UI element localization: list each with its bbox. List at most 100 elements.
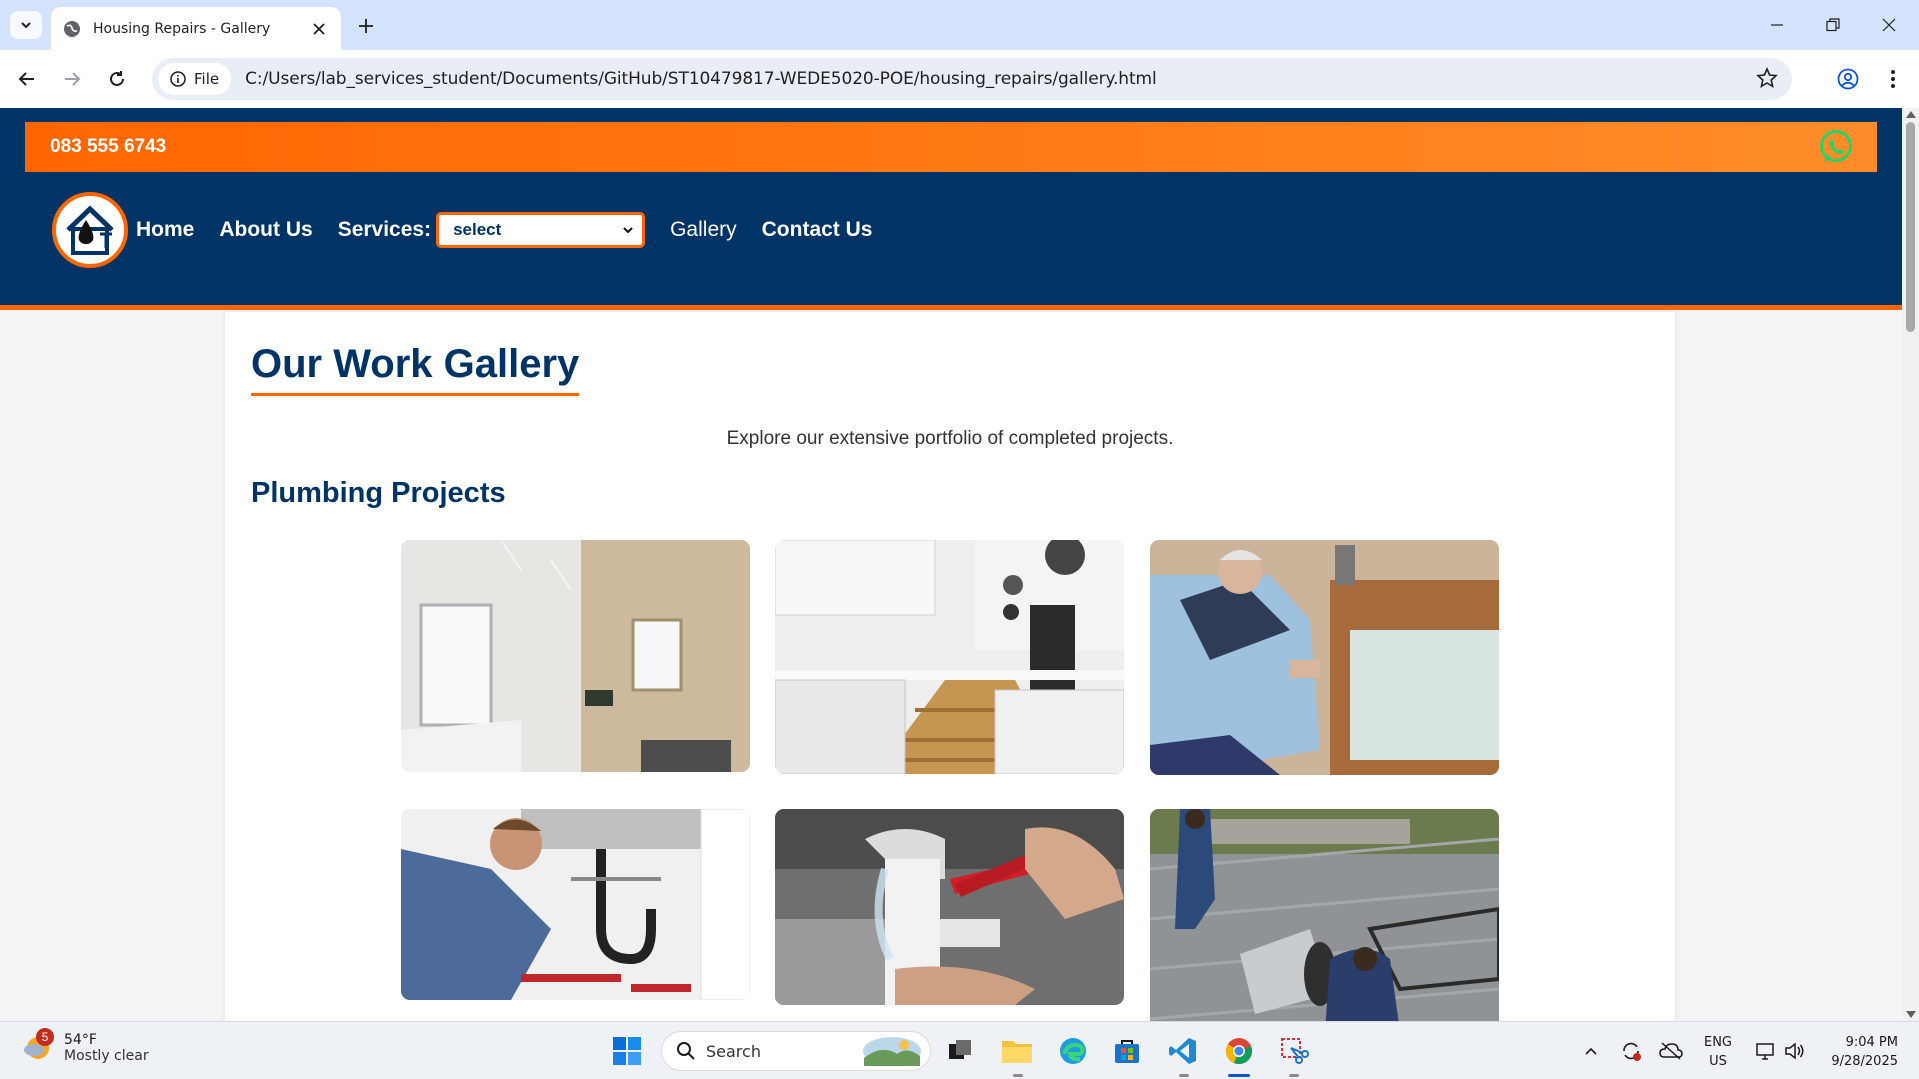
nav-services-label: Services: bbox=[337, 218, 432, 241]
bookmark-star-icon[interactable] bbox=[1756, 66, 1778, 94]
pipe-wrench-photo[interactable] bbox=[775, 809, 1124, 1005]
clock-time: 9:04 PM bbox=[1845, 1035, 1898, 1050]
address-bar[interactable]: File C:/Users/lab_services_student/Docum… bbox=[152, 58, 1792, 100]
vscode-icon bbox=[1169, 1038, 1196, 1064]
bathroom-photo[interactable] bbox=[401, 540, 750, 772]
restore-button[interactable] bbox=[1805, 0, 1861, 50]
roof-geyser-photo[interactable] bbox=[1150, 809, 1499, 1021]
plumber-pipes-photo[interactable] bbox=[401, 809, 750, 1000]
section-title: Plumbing Projects bbox=[251, 477, 506, 509]
store-button[interactable] bbox=[1110, 1034, 1144, 1068]
task-view-icon bbox=[949, 1040, 971, 1059]
nav-about[interactable]: About Us bbox=[219, 218, 312, 242]
sync-status-button[interactable] bbox=[1614, 1034, 1648, 1068]
network-button[interactable] bbox=[1748, 1034, 1782, 1068]
info-icon bbox=[170, 71, 186, 87]
page-viewport: 083 555 6743 Home About Us Services: sel… bbox=[0, 108, 1902, 1021]
snipping-tool-button[interactable] bbox=[1277, 1034, 1311, 1068]
folder-icon bbox=[1002, 1041, 1032, 1063]
site-chip-label: File bbox=[194, 70, 220, 88]
close-window-button[interactable] bbox=[1861, 0, 1917, 50]
nav-contact[interactable]: Contact Us bbox=[762, 218, 873, 242]
browser-toolbar: File C:/Users/lab_services_student/Docum… bbox=[0, 50, 1919, 108]
main-navigation: Home About Us Services: select Gallery C… bbox=[52, 190, 897, 270]
file-explorer-button[interactable] bbox=[1000, 1034, 1034, 1068]
plus-icon bbox=[359, 19, 373, 33]
browser-tab[interactable]: Housing Repairs - Gallery bbox=[51, 7, 341, 50]
search-placeholder: Search bbox=[706, 1041, 761, 1061]
restore-icon bbox=[1826, 18, 1840, 32]
chevron-down-icon bbox=[623, 227, 633, 234]
search-highlight-image bbox=[863, 1037, 921, 1066]
scrollbar-thumb[interactable] bbox=[1906, 122, 1915, 332]
clock-date: 9/28/2025 bbox=[1831, 1054, 1898, 1069]
plumber-under-sink-photo[interactable] bbox=[1150, 540, 1499, 775]
close-tab-icon[interactable] bbox=[309, 19, 329, 39]
page-scrollbar[interactable] bbox=[1902, 108, 1919, 1021]
close-icon bbox=[1882, 18, 1896, 32]
clock[interactable]: 9:04 PM 9/28/2025 bbox=[1818, 1033, 1898, 1071]
contact-top-bar: 083 555 6743 bbox=[25, 122, 1877, 172]
minimize-icon bbox=[1771, 24, 1783, 26]
browser-menu-button[interactable] bbox=[1878, 64, 1908, 94]
volume-button[interactable] bbox=[1778, 1034, 1812, 1068]
house-drop-logo-icon bbox=[66, 205, 114, 255]
gallery-content: Our Work Gallery Explore our extensive p… bbox=[225, 312, 1675, 1021]
task-view-button[interactable] bbox=[943, 1034, 977, 1068]
vscode-button[interactable] bbox=[1166, 1034, 1200, 1068]
chrome-button[interactable] bbox=[1222, 1034, 1256, 1068]
chevron-down-icon bbox=[21, 22, 31, 29]
more-vertical-icon bbox=[1891, 70, 1895, 88]
language-code: ENG bbox=[1703, 1035, 1732, 1050]
show-hidden-icons-button[interactable] bbox=[1574, 1034, 1608, 1068]
scroll-up-icon[interactable] bbox=[1906, 111, 1916, 118]
services-dropdown-value: select bbox=[453, 220, 502, 239]
sync-icon bbox=[1623, 1042, 1641, 1061]
nav-home[interactable]: Home bbox=[136, 218, 194, 242]
taskbar-search[interactable]: Search bbox=[661, 1031, 931, 1071]
phone-number[interactable]: 083 555 6743 bbox=[50, 136, 166, 158]
onedrive-button[interactable] bbox=[1654, 1034, 1688, 1068]
new-tab-button[interactable] bbox=[352, 12, 380, 40]
weather-temperature: 54°F bbox=[64, 1032, 97, 1048]
forward-button[interactable] bbox=[57, 64, 87, 94]
profile-icon bbox=[1837, 68, 1859, 90]
site-info-chip[interactable]: File bbox=[158, 63, 232, 95]
start-button[interactable] bbox=[610, 1034, 644, 1068]
globe-icon bbox=[64, 20, 80, 37]
tab-search-button[interactable] bbox=[10, 11, 42, 39]
network-icon bbox=[1756, 1043, 1774, 1060]
tab-title: Housing Repairs - Gallery bbox=[93, 20, 271, 37]
nav-gallery[interactable]: Gallery bbox=[670, 218, 737, 242]
url-text[interactable]: C:/Users/lab_services_student/Documents/… bbox=[245, 69, 1157, 89]
snipping-tool-icon bbox=[1281, 1038, 1309, 1064]
region-code: US bbox=[1709, 1054, 1727, 1069]
windows-taskbar: 5 54°F Mostly clear Search ENG US 9:04 P… bbox=[0, 1021, 1919, 1079]
chevron-up-icon bbox=[1585, 1047, 1597, 1055]
whatsapp-icon[interactable] bbox=[1817, 128, 1855, 166]
site-logo[interactable] bbox=[52, 192, 128, 268]
weather-widget[interactable]: 5 54°F Mostly clear bbox=[22, 1028, 149, 1064]
search-icon bbox=[677, 1042, 695, 1060]
chrome-icon bbox=[1225, 1038, 1252, 1064]
language-indicator[interactable]: ENG US bbox=[1696, 1033, 1740, 1071]
weather-badge: 5 bbox=[36, 1028, 54, 1046]
back-button[interactable] bbox=[12, 64, 42, 94]
store-icon bbox=[1115, 1040, 1139, 1063]
windows-logo-icon bbox=[613, 1037, 641, 1065]
scroll-down-icon[interactable] bbox=[1906, 1011, 1916, 1018]
site-header: 083 555 6743 Home About Us Services: sel… bbox=[0, 108, 1902, 310]
weather-condition: Mostly clear bbox=[64, 1048, 149, 1064]
cloud-offline-icon bbox=[1659, 1042, 1683, 1060]
browser-tab-bar: Housing Repairs - Gallery bbox=[0, 0, 1919, 50]
minimize-button[interactable] bbox=[1749, 0, 1805, 50]
intro-text: Explore our extensive portfolio of compl… bbox=[726, 428, 1174, 449]
reload-button[interactable] bbox=[102, 64, 132, 94]
kitchen-photo[interactable] bbox=[775, 540, 1124, 774]
arrow-right-icon bbox=[65, 72, 81, 86]
page-title: Our Work Gallery bbox=[251, 342, 580, 396]
profile-button[interactable] bbox=[1833, 64, 1863, 94]
edge-icon bbox=[1060, 1038, 1086, 1064]
edge-button[interactable] bbox=[1056, 1034, 1090, 1068]
services-dropdown[interactable]: select bbox=[436, 212, 646, 248]
